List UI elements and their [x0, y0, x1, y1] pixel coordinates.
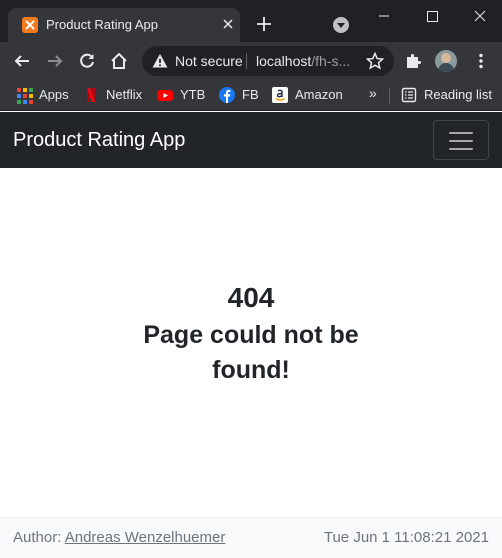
browser-tab[interactable]: Product Rating App — [8, 8, 240, 42]
bookmark-label: Apps — [39, 87, 69, 102]
app-navbar: Product Rating App — [0, 112, 502, 168]
back-arrow-icon[interactable] — [12, 51, 32, 71]
browser-tab-strip: Product Rating App — [0, 0, 502, 42]
main-content: 404 Page could not be found! — [0, 168, 502, 517]
error-message: Page could not be found! — [143, 321, 359, 384]
footer-timestamp: Tue Jun 1 11:08:21 2021 — [323, 529, 489, 546]
netflix-icon — [83, 87, 99, 103]
maximize-icon[interactable] — [420, 6, 444, 26]
url-path: /fh-s... — [311, 53, 351, 69]
tab-close-icon[interactable] — [220, 16, 236, 32]
youtube-icon — [157, 87, 173, 103]
minimize-icon[interactable] — [372, 6, 396, 26]
footer-author: Author: Andreas Wenzelhuemer — [13, 529, 225, 546]
author-link[interactable]: Andreas Wenzelhuemer — [65, 529, 226, 546]
error-code: 404 — [227, 282, 275, 313]
new-tab-plus-icon[interactable] — [254, 14, 274, 34]
forward-arrow-icon[interactable] — [45, 51, 65, 71]
kebab-menu-icon[interactable] — [472, 52, 490, 70]
bookmark-label: YTB — [180, 87, 206, 102]
url-host: localhost — [256, 53, 312, 69]
bookmark-netflix[interactable]: Netflix — [83, 86, 145, 104]
omnibox-divider — [246, 53, 247, 69]
browser-toolbar: Not secure localhost/fh-s... — [0, 42, 502, 80]
profile-avatar[interactable] — [435, 50, 457, 72]
bookmark-amazon[interactable]: Amazon — [272, 86, 344, 104]
bookmarks-divider — [389, 88, 390, 104]
bookmark-apps[interactable]: Apps — [16, 86, 69, 104]
reading-list-button[interactable]: Reading list — [401, 86, 493, 104]
navbar-brand[interactable]: Product Rating App — [13, 129, 185, 152]
warning-triangle-icon[interactable] — [152, 53, 168, 69]
close-window-icon[interactable] — [468, 6, 492, 26]
tab-title: Product Rating App — [46, 17, 159, 32]
bookmarks-bar: Apps Netflix YTB FB Amazon » Reading lis… — [0, 80, 502, 111]
apps-grid-icon — [16, 87, 33, 104]
bookmark-ytb[interactable]: YTB — [157, 86, 207, 104]
bookmarks-overflow-chevron[interactable]: » — [369, 85, 377, 101]
bookmark-label: Netflix — [106, 87, 143, 102]
reading-list-label: Reading list — [424, 87, 492, 102]
amazon-icon — [272, 87, 288, 103]
tab-search-icon[interactable] — [333, 17, 349, 33]
reload-icon[interactable] — [77, 51, 97, 71]
reading-list-icon — [401, 87, 417, 103]
bookmark-label: Amazon — [295, 87, 343, 102]
home-icon[interactable] — [109, 51, 129, 71]
address-bar[interactable]: Not secure localhost/fh-s... — [142, 46, 394, 76]
page-footer: Author: Andreas Wenzelhuemer Tue Jun 1 1… — [0, 517, 502, 558]
navbar-toggler-button[interactable] — [433, 120, 489, 160]
author-prefix: Author: — [13, 529, 62, 546]
bookmark-label: FB — [242, 87, 259, 102]
facebook-icon — [219, 87, 235, 103]
bookmark-star-icon[interactable] — [365, 51, 385, 70]
url-text[interactable]: localhost/fh-s... — [256, 53, 350, 69]
xampp-favicon-icon — [22, 17, 38, 33]
extensions-puzzle-icon[interactable] — [404, 52, 422, 70]
security-status[interactable]: Not secure — [175, 53, 243, 69]
bookmark-fb[interactable]: FB — [219, 86, 259, 104]
